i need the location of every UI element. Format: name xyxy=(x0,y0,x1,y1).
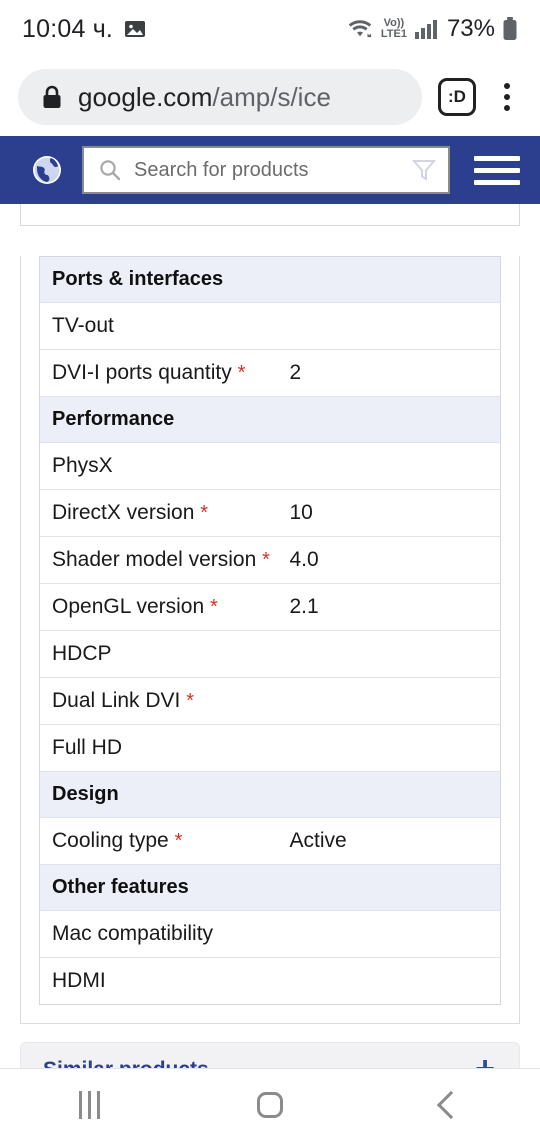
search-icon xyxy=(98,158,122,182)
status-bar: 10:04 ч. Vo)) LTE1 73% xyxy=(0,0,540,58)
spec-label-text: Cooling type xyxy=(52,829,169,852)
spec-row-value xyxy=(277,910,501,958)
back-icon[interactable] xyxy=(436,1090,466,1119)
spec-row-value xyxy=(277,302,501,350)
spec-row-label: HDMI xyxy=(40,958,278,1005)
lock-icon xyxy=(40,84,64,110)
specifications-table-body: Ports & interfaces TV-out DVI-I ports quan… xyxy=(39,256,501,1005)
spec-label-text: HDCP xyxy=(52,642,112,665)
spec-row: Mac compatibility xyxy=(39,910,501,958)
battery-icon xyxy=(502,16,518,42)
page-content: Ports & interfaces TV-out DVI-I ports quan… xyxy=(0,204,540,1024)
status-clock: 10:04 ч. xyxy=(22,14,114,43)
spec-row: Cooling type * Active xyxy=(39,817,501,865)
spec-row-value xyxy=(277,630,501,678)
browser-toolbar: google.com/amp/s/ice :D xyxy=(0,58,540,136)
spec-row: Full HD xyxy=(39,724,501,772)
spec-label-text: HDMI xyxy=(52,969,106,992)
search-input[interactable]: Search for products xyxy=(134,159,398,182)
spec-row-value xyxy=(277,442,501,490)
spec-row-value: 2 xyxy=(277,349,501,397)
spec-row-label: HDCP xyxy=(39,630,278,678)
spec-row-label: Shader model version * xyxy=(39,536,278,584)
battery-percent: 73% xyxy=(446,15,495,42)
required-marker-icon: * xyxy=(237,362,246,384)
spec-row: HDCP xyxy=(39,630,501,678)
spec-row: TV-out xyxy=(39,302,501,350)
required-marker-icon: * xyxy=(186,690,195,712)
url-text: google.com/amp/s/ice xyxy=(78,82,331,113)
phone-screen: 10:04 ч. Vo)) LTE1 73% google.com/amp/s/… xyxy=(0,0,540,1140)
spec-row-label: DirectX version * xyxy=(39,489,278,537)
spec-section-header: Ports & interfaces xyxy=(39,256,501,303)
spec-label-text: PhysX xyxy=(52,454,113,477)
spec-row-label: OpenGL version * xyxy=(39,583,278,631)
spec-label-text: DVI-I ports quantity xyxy=(52,361,232,384)
spec-row-label: DVI-I ports quantity * xyxy=(39,349,278,397)
globe-icon[interactable] xyxy=(30,153,64,187)
status-bar-left: 10:04 ч. xyxy=(22,15,147,44)
spec-row-value: Active xyxy=(277,817,501,865)
kebab-menu-icon[interactable] xyxy=(490,83,524,111)
spec-row: Dual Link DVI * xyxy=(39,677,501,725)
image-icon xyxy=(123,17,147,41)
required-marker-icon: * xyxy=(174,830,183,852)
spec-section-header: Performance xyxy=(39,396,501,443)
spec-row: HDMI xyxy=(40,958,501,1005)
spec-row-value xyxy=(278,958,501,1005)
spec-row-value: 10 xyxy=(277,489,501,537)
spec-row-label: Cooling type * xyxy=(39,817,278,865)
spec-section-header: Other features xyxy=(39,864,501,911)
previous-section-partial xyxy=(20,204,520,226)
signal-bars-icon xyxy=(414,18,438,40)
spec-row-value: 4.0 xyxy=(277,536,501,584)
home-icon[interactable] xyxy=(257,1091,284,1118)
spec-row: DirectX version * 10 xyxy=(39,489,501,537)
spec-row-label: PhysX xyxy=(39,442,278,490)
tab-switcher-button[interactable]: :D xyxy=(438,78,476,116)
spec-row-label: Full HD xyxy=(39,724,278,772)
status-bar-right: Vo)) LTE1 73% xyxy=(346,15,518,43)
address-bar[interactable]: google.com/amp/s/ice xyxy=(18,69,422,125)
url-path: /amp/s/ice xyxy=(212,81,331,112)
spec-section-label: Ports & interfaces xyxy=(39,256,501,303)
spec-row-label: Dual Link DVI * xyxy=(39,677,278,725)
required-marker-icon: * xyxy=(200,502,209,524)
site-header: Search for products xyxy=(0,136,540,204)
spec-label-text: OpenGL version xyxy=(52,595,205,618)
required-marker-icon: * xyxy=(209,596,218,618)
wifi-icon xyxy=(346,17,374,41)
spec-row: DVI-I ports quantity * 2 xyxy=(39,349,501,397)
spec-row-label: Mac compatibility xyxy=(39,910,278,958)
funnel-filter-icon[interactable] xyxy=(410,156,438,184)
volte-label-bottom: LTE1 xyxy=(380,28,407,40)
spec-row-value xyxy=(277,677,501,725)
specifications-card: Ports & interfaces TV-out DVI-I ports quan… xyxy=(20,256,520,1024)
spec-row-label: TV-out xyxy=(39,302,278,350)
spec-label-text: TV-out xyxy=(52,314,114,337)
url-host: google.com xyxy=(78,81,213,112)
spec-row: PhysX xyxy=(39,442,501,490)
spec-section-label: Performance xyxy=(39,396,501,443)
spec-section-header: Design xyxy=(39,771,501,818)
spec-label-text: Shader model version xyxy=(52,548,257,571)
spec-label-text: Full HD xyxy=(52,736,123,759)
spec-label-text: Dual Link DVI xyxy=(52,689,181,712)
recents-icon[interactable] xyxy=(78,1090,100,1119)
spec-row-value xyxy=(277,724,501,772)
hamburger-menu-icon[interactable] xyxy=(474,155,520,185)
spec-row-value: 2.1 xyxy=(277,583,501,631)
specifications-table: Ports & interfaces TV-out DVI-I ports quan… xyxy=(39,256,501,1005)
spec-row: Shader model version * 4.0 xyxy=(39,536,501,584)
spec-section-label: Design xyxy=(39,771,501,818)
spec-row: OpenGL version * 2.1 xyxy=(39,583,501,631)
spec-label-text: Mac compatibility xyxy=(52,922,214,945)
volte-icon: Vo)) LTE1 xyxy=(381,18,407,40)
android-nav-bar xyxy=(0,1068,540,1140)
required-marker-icon: * xyxy=(262,549,270,571)
spec-label-text: DirectX version xyxy=(52,501,195,524)
spec-section-label: Other features xyxy=(39,864,501,911)
product-search-box[interactable]: Search for products xyxy=(82,146,450,194)
